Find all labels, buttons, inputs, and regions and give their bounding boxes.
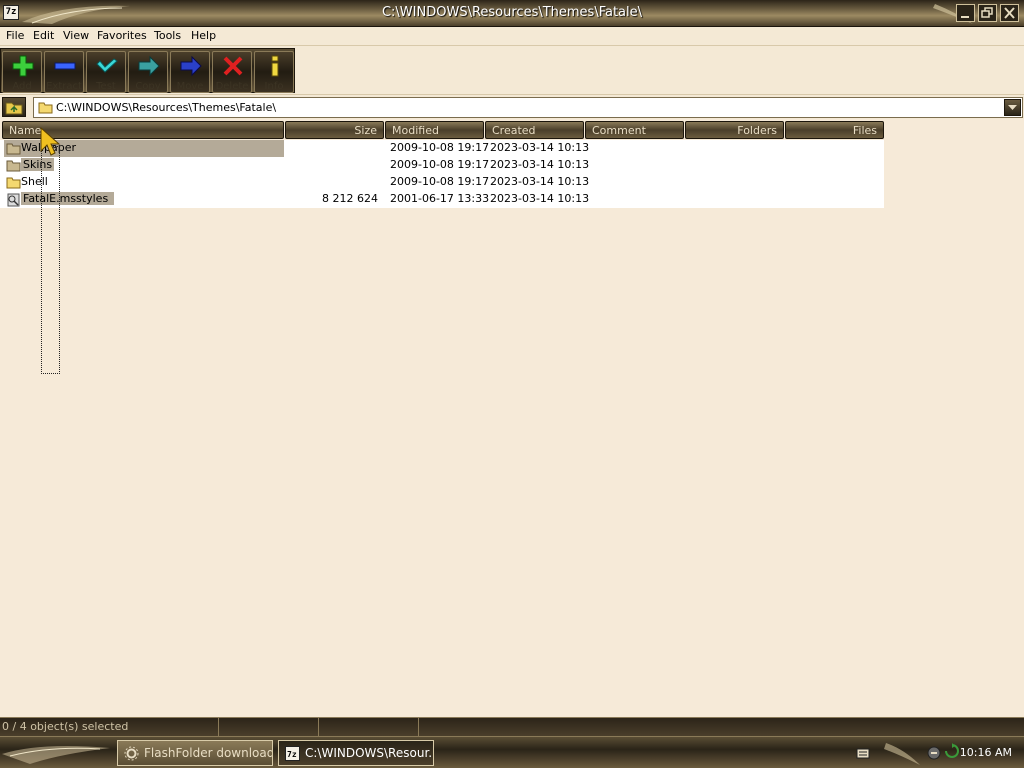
folder-icon bbox=[38, 102, 53, 114]
menu-file[interactable]: File bbox=[6, 29, 24, 42]
toolbar-strip: Add Extract Test Copy Move Delete Info bbox=[0, 48, 295, 93]
file-modified: 2009-10-08 19:17 bbox=[390, 141, 490, 154]
info-button[interactable]: Info bbox=[254, 51, 294, 93]
table-row[interactable]: Shell 2009-10-08 19:17 2023-03-14 10:13 bbox=[0, 174, 884, 191]
rows-area: Wallpaper 2009-10-08 19:17 2023-03-14 10… bbox=[0, 140, 884, 208]
menu-tools[interactable]: Tools bbox=[154, 29, 181, 42]
task-label: FlashFolder download... bbox=[144, 746, 273, 760]
test-label: Test bbox=[96, 81, 116, 92]
chevron-down-icon bbox=[1008, 105, 1017, 110]
toolbar: Add Extract Test Copy Move Delete Info bbox=[0, 46, 1024, 95]
status-selected: 0 / 4 object(s) selected bbox=[0, 718, 219, 737]
add-label: Add bbox=[12, 81, 32, 92]
tray-swirl bbox=[884, 743, 920, 765]
refresh-icon[interactable] bbox=[944, 743, 960, 759]
col-comment[interactable]: Comment bbox=[585, 121, 684, 139]
minimize-icon bbox=[961, 16, 969, 18]
table-row[interactable]: FatalE.msstyles 8 212 624 2001-06-17 13:… bbox=[0, 191, 884, 208]
close-icon bbox=[1004, 7, 1015, 19]
minimize-button[interactable] bbox=[956, 4, 975, 22]
close-button[interactable] bbox=[1000, 4, 1019, 22]
table-row[interactable]: Skins 2009-10-08 19:17 2023-03-14 10:13 bbox=[0, 157, 884, 174]
status-pane-2 bbox=[219, 718, 319, 737]
clock[interactable]: 10:16 AM bbox=[960, 746, 1012, 759]
plus-icon bbox=[12, 55, 34, 77]
test-button[interactable]: Test bbox=[86, 51, 126, 93]
folder-up-icon bbox=[5, 102, 23, 115]
extract-button[interactable]: Extract bbox=[44, 51, 84, 93]
info-label: Info bbox=[264, 81, 284, 92]
address-field[interactable]: C:\WINDOWS\Resources\Themes\Fatale\ bbox=[33, 97, 1023, 118]
folder-icon bbox=[6, 177, 21, 189]
file-created: 2023-03-14 10:13 bbox=[490, 141, 590, 154]
file-name: FatalE.msstyles bbox=[21, 192, 115, 205]
system-tray: 10:16 AM bbox=[884, 737, 1024, 768]
keyboard-icon[interactable] bbox=[856, 746, 870, 760]
folder-icon bbox=[6, 160, 21, 172]
copy-arrow-icon bbox=[138, 55, 160, 77]
move-arrow-icon bbox=[180, 55, 202, 77]
file-created: 2023-03-14 10:13 bbox=[490, 192, 590, 205]
svg-text:7z: 7z bbox=[287, 750, 297, 759]
check-icon bbox=[96, 58, 118, 73]
info-icon bbox=[271, 55, 279, 77]
delete-x-icon bbox=[223, 56, 243, 76]
app-icon: 7z bbox=[285, 746, 300, 761]
gear-icon bbox=[124, 746, 139, 761]
extract-label: Extract bbox=[46, 81, 82, 92]
task-7zip[interactable]: 7z C:\WINDOWS\Resour... bbox=[278, 740, 434, 766]
table-row[interactable]: Wallpaper 2009-10-08 19:17 2023-03-14 10… bbox=[0, 140, 884, 157]
col-created[interactable]: Created bbox=[485, 121, 584, 139]
file-created: 2023-03-14 10:13 bbox=[490, 158, 590, 171]
restore-icon bbox=[981, 7, 993, 18]
move-label: Move bbox=[176, 81, 204, 92]
col-files[interactable]: Files bbox=[785, 121, 884, 139]
network-icon[interactable] bbox=[926, 745, 942, 761]
menu-favorites[interactable]: Favorites bbox=[97, 29, 147, 42]
task-flashfolder[interactable]: FlashFolder download... bbox=[117, 740, 273, 766]
file-modified: 2001-06-17 13:33 bbox=[390, 192, 490, 205]
file-list[interactable]: Name Size Modified Created Comment Folde… bbox=[0, 119, 1024, 717]
copy-button[interactable]: Copy bbox=[128, 51, 168, 93]
msstyles-file-icon bbox=[7, 193, 20, 207]
file-size: 8 212 624 bbox=[322, 192, 378, 205]
menu-bar: File Edit View Favorites Tools Help bbox=[0, 27, 1024, 46]
file-created: 2023-03-14 10:13 bbox=[490, 175, 590, 188]
col-modified[interactable]: Modified bbox=[385, 121, 484, 139]
menu-help[interactable]: Help bbox=[191, 29, 216, 42]
folder-icon bbox=[6, 143, 21, 155]
status-pane-3 bbox=[319, 718, 419, 737]
delete-button[interactable]: Delete bbox=[212, 51, 252, 93]
minus-icon bbox=[54, 62, 76, 70]
name-cell[interactable]: FatalE.msstyles bbox=[4, 191, 117, 208]
move-button[interactable]: Move bbox=[170, 51, 210, 93]
taskbar: FlashFolder download... 7z C:\WINDOWS\Re… bbox=[0, 736, 1024, 768]
restore-button[interactable] bbox=[978, 4, 997, 22]
status-pane-4 bbox=[419, 718, 1024, 737]
menu-edit[interactable]: Edit bbox=[33, 29, 54, 42]
window-title: C:\WINDOWS\Resources\Themes\Fatale\ bbox=[381, 5, 643, 20]
start-button[interactable] bbox=[0, 740, 112, 766]
selection-rectangle bbox=[41, 146, 60, 374]
col-folders[interactable]: Folders bbox=[685, 121, 784, 139]
title-bar[interactable]: 7z C:\WINDOWS\Resources\Themes\Fatale\ bbox=[0, 0, 1024, 27]
menu-view[interactable]: View bbox=[63, 29, 89, 42]
address-path: C:\WINDOWS\Resources\Themes\Fatale\ bbox=[56, 101, 277, 114]
add-button[interactable]: Add bbox=[2, 51, 42, 93]
delete-label: Delete bbox=[215, 81, 249, 92]
copy-label: Copy bbox=[135, 81, 161, 92]
mouse-cursor-icon bbox=[40, 127, 61, 156]
up-folder-button[interactable] bbox=[2, 97, 26, 117]
address-bar: C:\WINDOWS\Resources\Themes\Fatale\ bbox=[0, 95, 1024, 119]
col-size[interactable]: Size bbox=[285, 121, 384, 139]
file-modified: 2009-10-08 19:17 bbox=[390, 158, 490, 171]
address-dropdown-button[interactable] bbox=[1004, 99, 1021, 116]
status-bar: 0 / 4 object(s) selected bbox=[0, 717, 1024, 737]
task-label: C:\WINDOWS\Resour... bbox=[305, 746, 434, 760]
file-modified: 2009-10-08 19:17 bbox=[390, 175, 490, 188]
